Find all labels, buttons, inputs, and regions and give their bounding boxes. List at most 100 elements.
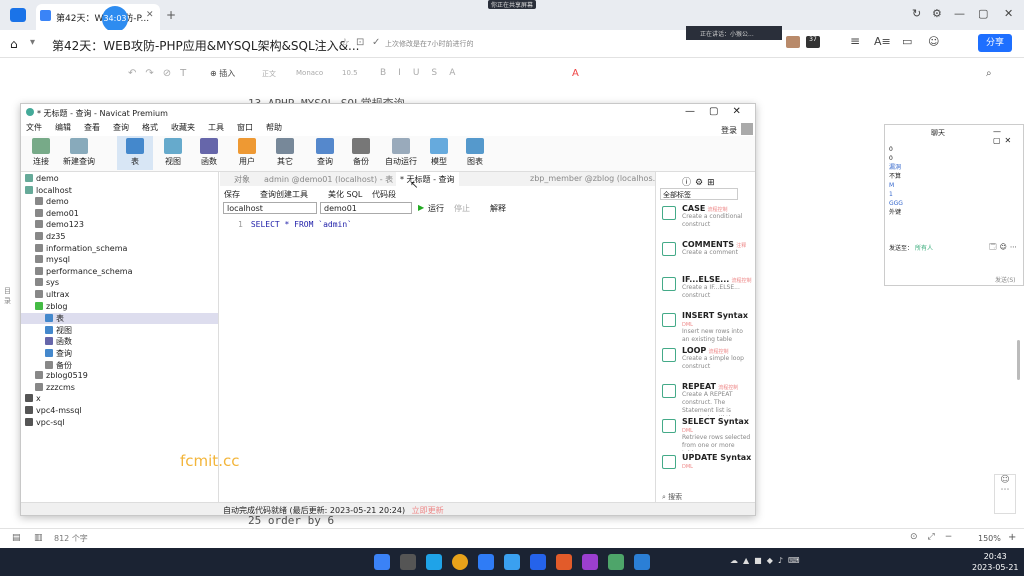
menu-window[interactable]: 窗口	[237, 123, 253, 132]
function-button[interactable]: 函数	[191, 138, 227, 167]
maximize-icon[interactable]: ▢	[978, 7, 988, 20]
browser-tab[interactable]: 第42天：WEB攻防-P...	[36, 4, 160, 30]
tree-node[interactable]: dz35	[35, 232, 65, 243]
tab-objects[interactable]: 对象	[234, 174, 250, 185]
snippet-item[interactable]: UPDATE Syntax DML	[662, 453, 752, 487]
refresh-icon[interactable]: ↻	[912, 7, 921, 20]
send-to-select[interactable]: 所有人	[915, 245, 933, 252]
sidebar-toggle-icon[interactable]: ▤	[12, 533, 21, 543]
tree-node[interactable]: 函数	[45, 336, 72, 347]
chart-button[interactable]: 图表	[457, 138, 493, 167]
new-tab-icon[interactable]: +	[166, 8, 176, 22]
navicat-taskbar-icon[interactable]	[608, 554, 624, 570]
snippet-panel-icons[interactable]: ⓘ⚙⊞	[682, 175, 719, 188]
menu-file[interactable]: 文件	[26, 123, 42, 132]
snippet-search[interactable]: ⌕ 搜索	[662, 492, 682, 502]
tree-node[interactable]: demo	[25, 174, 59, 185]
close-icon[interactable]: ✕	[1004, 7, 1013, 20]
doc-format-icons[interactable]: ↶↷⊘T	[128, 68, 195, 79]
snippet-filter-select[interactable]: 全部标签	[660, 188, 738, 200]
font-select[interactable]: Monaco	[296, 69, 323, 77]
navicat-window-controls[interactable]: —▢✕	[685, 106, 755, 117]
present-icon[interactable]: ▭	[902, 35, 912, 48]
meeting-icon[interactable]	[504, 554, 520, 570]
settings-icon[interactable]: ⚙	[932, 7, 942, 20]
text-style-icons[interactable]: BIUSA	[380, 68, 467, 78]
font-color-icon[interactable]: A	[572, 68, 579, 79]
zoom-level[interactable]: 150%	[978, 534, 1001, 543]
insert-button[interactable]: ⊕ 插入	[210, 68, 235, 79]
tree-node[interactable]: sys	[35, 278, 59, 289]
tree-node[interactable]: zblog	[35, 301, 67, 313]
tab-zbp-member[interactable]: zbp_member @zblog (localhos...	[530, 174, 660, 183]
stop-button[interactable]: 停止	[454, 203, 470, 214]
chat-input-icons[interactable]: 🗔☺⋯	[989, 243, 1020, 254]
snippet-item[interactable]: LOOP 流程控制 Create a simple loop construct	[662, 346, 752, 380]
tree-node[interactable]: 查询	[45, 348, 72, 359]
tab-close-icon[interactable]: ✕	[146, 10, 154, 20]
query-builder-button[interactable]: 查询创建工具	[260, 189, 308, 200]
home-icon[interactable]: ⌂	[10, 37, 18, 51]
menu-format[interactable]: 格式	[142, 123, 158, 132]
tree-node[interactable]: 视图	[45, 325, 72, 336]
start-icon[interactable]	[374, 554, 390, 570]
tree-node[interactable]: vpc4-mssql	[25, 406, 82, 417]
update-link[interactable]: 立即更新	[412, 506, 444, 515]
doc-scrollbar[interactable]	[1017, 340, 1020, 380]
app-icon[interactable]	[478, 554, 494, 570]
menu-tools[interactable]: 工具	[208, 123, 224, 132]
tree-node[interactable]: zzzcms	[35, 382, 75, 394]
sublime-icon[interactable]	[556, 554, 572, 570]
file-explorer-icon[interactable]	[400, 554, 416, 570]
automation-button[interactable]: 自动运行	[381, 138, 421, 167]
menu-icon[interactable]: ≡	[850, 34, 860, 48]
minimize-icon[interactable]: —	[954, 7, 965, 20]
snippet-item[interactable]: COMMENTS 注释 Create a comment	[662, 240, 752, 274]
menu-view[interactable]: 查看	[84, 123, 100, 132]
tab-admin-table[interactable]: admin @demo01 (localhost) - 表	[264, 174, 393, 185]
code-snippet-button[interactable]: 代码段	[372, 189, 396, 200]
snippet-item[interactable]: INSERT Syntax DML Insert new rows into an…	[662, 311, 752, 345]
run-button[interactable]: 运行	[428, 203, 444, 214]
snippet-item[interactable]: SELECT Syntax DML Retrieve rows selected …	[662, 417, 752, 451]
tree-node[interactable]: demo123	[35, 220, 84, 231]
chat-send-button[interactable]: 发送(S)	[995, 275, 1016, 284]
avatar[interactable]	[786, 36, 800, 48]
tree-node[interactable]: 表	[45, 313, 64, 324]
font-size-select[interactable]: 10.5	[342, 69, 358, 77]
zoom-in-icon[interactable]: +	[1008, 532, 1016, 543]
view-icons[interactable]: ⊙⤢−	[910, 532, 962, 542]
user-button[interactable]: 用户	[229, 138, 265, 167]
sql-editor[interactable]: 1 SELECT * FROM `admin`	[220, 220, 352, 229]
phpstorm-icon[interactable]	[582, 554, 598, 570]
table-button[interactable]: 表	[117, 136, 153, 170]
document-title[interactable]: 第42天：WEB攻防-PHP应用&MYSQL架构&SQL注入&...	[52, 37, 359, 54]
connection-select[interactable]: localhost	[223, 202, 317, 214]
p-app-icon[interactable]	[530, 554, 546, 570]
taskbar-clock[interactable]: 20:43 2023-05-21	[972, 551, 1019, 573]
tree-node[interactable]: zblog0519	[35, 371, 88, 382]
chat-window-controls[interactable]: —▢✕	[993, 127, 1023, 145]
user-avatar-icon[interactable]	[741, 123, 753, 135]
tree-node[interactable]: ultrax	[35, 290, 69, 301]
outline-toggle[interactable]: 目录	[4, 286, 12, 306]
beautify-sql-button[interactable]: 美化 SQL	[328, 189, 362, 200]
connect-button[interactable]: 连接	[23, 138, 59, 167]
tree-node[interactable]: performance_schema	[35, 266, 133, 278]
tree-node[interactable]: demo	[35, 197, 69, 208]
tree-node[interactable]: localhost	[25, 185, 72, 197]
share-button[interactable]: 分享	[978, 34, 1012, 52]
save-button[interactable]: 保存	[224, 189, 240, 200]
menu-favorites[interactable]: 收藏夹	[171, 123, 195, 132]
tree-node[interactable]: x	[25, 394, 41, 405]
chevron-down-icon[interactable]: ▾	[30, 37, 35, 48]
menu-query[interactable]: 查询	[113, 123, 129, 132]
font-size-icon[interactable]: A≡	[874, 35, 891, 48]
snippet-item[interactable]: IF...ELSE... 流程控制 Create a IF...ELSE... c…	[662, 275, 752, 309]
style-select[interactable]: 正文	[262, 69, 276, 79]
page-icon[interactable]: ▥	[34, 533, 43, 543]
view-button[interactable]: 视图	[155, 138, 191, 167]
star-icon[interactable]: ☆	[340, 36, 350, 49]
tree-node[interactable]: mysql	[35, 255, 70, 266]
chrome-icon[interactable]	[452, 554, 468, 570]
